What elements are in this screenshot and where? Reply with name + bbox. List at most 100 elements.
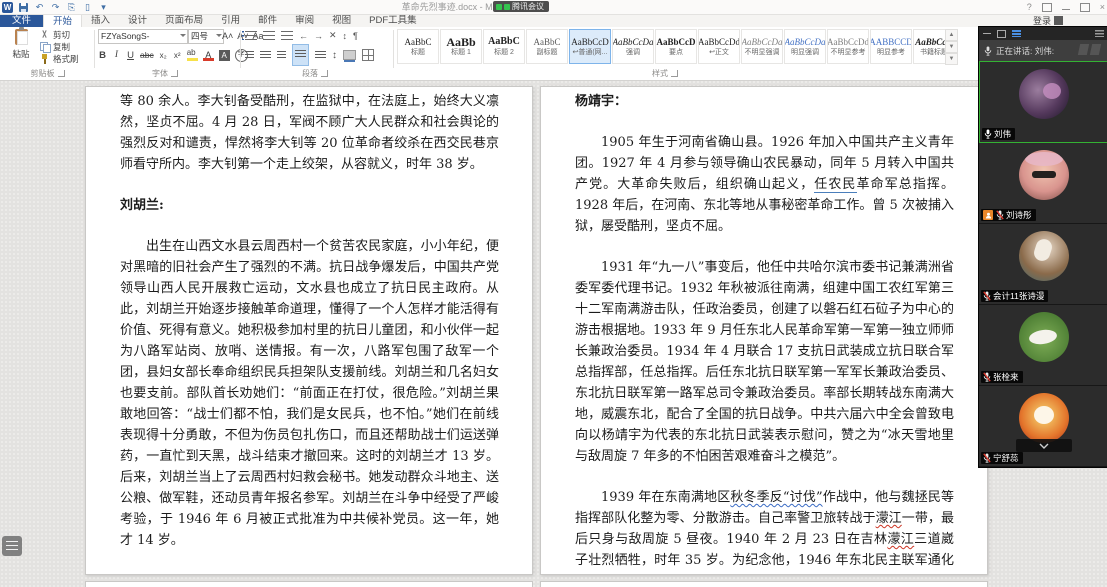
- increase-indent-icon[interactable]: →: [314, 31, 323, 41]
- participant-tile-ningshurui[interactable]: 宁舒蕊: [979, 386, 1107, 467]
- clipboard-dialog-launcher-icon[interactable]: [57, 70, 65, 78]
- restore-icon[interactable]: [1079, 2, 1090, 12]
- style-item-emphasis[interactable]: AaBbCcDa 强调: [612, 29, 654, 64]
- close-icon[interactable]: ×: [1100, 0, 1105, 14]
- style-item-intense-emphasis[interactable]: AaBbCcDa 明显强调: [784, 29, 826, 64]
- name-tag: 宁舒蕊: [981, 452, 1023, 464]
- grow-font-button[interactable]: A˄: [222, 31, 233, 41]
- gallery-scroll-up-icon[interactable]: ▲: [945, 29, 958, 41]
- paragraph-yangjingyu-3: 1939 年在东南满地区秋冬季反“讨伐”作战中，他与魏拯民等指挥部队化整为零、分…: [575, 490, 954, 568]
- sort-icon[interactable]: ↕: [343, 31, 348, 41]
- style-item-heading1[interactable]: AaBb 标题 1: [440, 29, 482, 64]
- participant-tile-zhangshiman[interactable]: 会计11张诗漫: [979, 224, 1107, 305]
- shading-icon[interactable]: [343, 50, 356, 62]
- character-shading-icon[interactable]: A: [218, 49, 230, 61]
- style-item-normal-grid[interactable]: AaBbCcD ↩普通(网...: [569, 29, 611, 64]
- meeting-panel-toolbar: [979, 27, 1107, 40]
- tab-file[interactable]: 文件: [0, 14, 44, 27]
- multilevel-list-icon[interactable]: [281, 31, 293, 40]
- text-highlight-color-icon[interactable]: [186, 48, 198, 61]
- align-center-icon[interactable]: [260, 50, 271, 60]
- participant-tile-liushitong[interactable]: 刘诗彤: [979, 143, 1107, 224]
- page-1[interactable]: 等 80 余人。李大钊备受酷刑，在监狱中，在法庭上，始终大义凛然，坚贞不屈。4 …: [85, 86, 533, 575]
- style-item-strong[interactable]: AaBbCcD 要点: [655, 29, 697, 64]
- font-color-icon[interactable]: A: [202, 50, 214, 61]
- tencent-meeting-badge[interactable]: 腾讯会议: [493, 1, 549, 12]
- mic-muted-icon: [996, 210, 1004, 220]
- paragraph-group: ← → ✕ ↕ ¶ ↕: [242, 27, 391, 67]
- document-workspace[interactable]: 等 80 余人。李大钊备受酷刑，在监狱中，在法庭上，始终大义凛然，坚贞不屈。4 …: [0, 80, 1107, 587]
- tab-references[interactable]: 引用: [212, 14, 249, 27]
- italic-button[interactable]: I: [112, 50, 121, 60]
- show-marks-icon[interactable]: ¶: [353, 31, 358, 41]
- panel-menu-icon[interactable]: [1095, 30, 1104, 37]
- numbering-icon[interactable]: [263, 31, 275, 40]
- panel-minimize-icon[interactable]: [983, 33, 991, 34]
- participant-name: 会计11张诗漫: [993, 291, 1045, 301]
- name-tag: 刘伟: [982, 128, 1016, 140]
- font-name-combobox[interactable]: FZYaSongS-: [98, 29, 188, 44]
- tab-view[interactable]: 视图: [323, 14, 360, 27]
- subscript-button[interactable]: x₂: [159, 51, 168, 60]
- style-item-heading2[interactable]: AaBbC 标题 2: [483, 29, 525, 64]
- tab-home[interactable]: 开始: [43, 14, 83, 27]
- cut-button[interactable]: 剪切: [40, 29, 70, 41]
- decrease-indent-icon[interactable]: ←: [299, 31, 308, 41]
- asian-layout-icon[interactable]: ✕: [329, 30, 337, 41]
- underline-button[interactable]: U: [126, 50, 135, 61]
- participant-tile-liuwei[interactable]: 刘伟: [979, 61, 1107, 143]
- help-icon[interactable]: ?: [1027, 0, 1032, 14]
- style-item-subtitle[interactable]: AaBbC 副标题: [526, 29, 568, 64]
- tab-review[interactable]: 审阅: [286, 14, 323, 27]
- collapse-panel-button[interactable]: [1015, 439, 1072, 452]
- tab-pdf-tools[interactable]: PDF工具集: [360, 14, 426, 27]
- floating-list-widget[interactable]: [2, 536, 22, 556]
- font-dialog-launcher-icon[interactable]: [171, 70, 178, 78]
- page-1-content[interactable]: 等 80 余人。李大钊备受酷刑，在监狱中，在法庭上，始终大义凛然，坚贞不屈。4 …: [120, 91, 499, 570]
- host-badge-icon: [983, 210, 993, 220]
- minimize-icon[interactable]: [1061, 9, 1070, 10]
- page-2-content[interactable]: 杨靖宇： 1905 年生于河南省确山县。1926 年加入中国共产主义青年团。19…: [575, 91, 954, 570]
- participant-tile-zhangshuanlai[interactable]: 张栓来: [979, 305, 1107, 386]
- panel-layout-icon[interactable]: [997, 29, 1006, 38]
- paste-button[interactable]: 粘贴: [6, 27, 36, 67]
- style-item-title[interactable]: AaBbC 标题: [397, 29, 439, 64]
- meeting-cam-indicator-icon: [504, 3, 510, 10]
- align-right-icon[interactable]: [277, 50, 286, 60]
- page-2[interactable]: 杨靖宇： 1905 年生于河南省确山县。1926 年加入中国共产主义青年团。19…: [540, 86, 988, 575]
- meeting-mic-indicator-icon: [496, 3, 502, 10]
- strikethrough-button[interactable]: abc: [140, 50, 154, 60]
- gallery-more-icon[interactable]: ▼: [945, 53, 958, 65]
- style-item-subtle-emphasis[interactable]: AaBbCcDa 不明显强调: [741, 29, 783, 64]
- paragraph-lidazhao-end: 等 80 余人。李大钊备受酷刑，在监狱中，在法庭上，始终大义凛然，坚贞不屈。4 …: [120, 94, 499, 172]
- tab-mailings[interactable]: 邮件: [249, 14, 286, 27]
- bullets-icon[interactable]: [242, 31, 257, 40]
- name-tag: 张栓来: [981, 371, 1023, 383]
- title-bar: W ↶ ↷ ⎘ ▯ ▾ 革命先烈事迹.docx - Microsoft Word…: [0, 0, 1107, 15]
- tab-page-layout[interactable]: 页面布局: [156, 14, 212, 27]
- participant-name: 刘诗彤: [1006, 210, 1032, 220]
- font-size-combobox[interactable]: 四号: [188, 29, 224, 44]
- style-item-subtle-reference[interactable]: AaBbCcDd 不明显参考: [827, 29, 869, 64]
- gallery-scroll-down-icon[interactable]: ▼: [945, 41, 958, 53]
- style-item-body[interactable]: AaBbCcDd ↩正文: [698, 29, 740, 64]
- style-item-intense-reference[interactable]: AABBCCD 明显参考: [870, 29, 912, 64]
- paragraph-yangjingyu-2: 1931 年“九一八”事变后，他任中共哈尔滨市委书记兼满洲省委军委代理书记。19…: [575, 260, 954, 464]
- ribbon-display-options-icon[interactable]: [1041, 2, 1052, 12]
- tab-design[interactable]: 设计: [119, 14, 156, 27]
- bold-button[interactable]: B: [98, 50, 107, 61]
- superscript-button[interactable]: x²: [173, 51, 182, 60]
- justify-active-box[interactable]: [292, 44, 309, 66]
- styles-dialog-launcher-icon[interactable]: [671, 70, 678, 78]
- borders-icon[interactable]: [362, 49, 374, 61]
- line-spacing-icon[interactable]: ↕: [332, 50, 337, 61]
- styles-group-label: 样式: [652, 69, 668, 78]
- copy-button[interactable]: 复制: [40, 41, 70, 53]
- distribute-icon[interactable]: [315, 50, 326, 60]
- panel-listview-icon[interactable]: [1012, 30, 1021, 37]
- align-left-icon[interactable]: [245, 50, 254, 60]
- speaking-label: 正在讲话: 刘伟:: [996, 45, 1055, 56]
- format-painter-button[interactable]: 格式刷: [40, 53, 79, 65]
- tab-insert[interactable]: 插入: [82, 14, 119, 27]
- paragraph-dialog-launcher-icon[interactable]: [321, 70, 328, 78]
